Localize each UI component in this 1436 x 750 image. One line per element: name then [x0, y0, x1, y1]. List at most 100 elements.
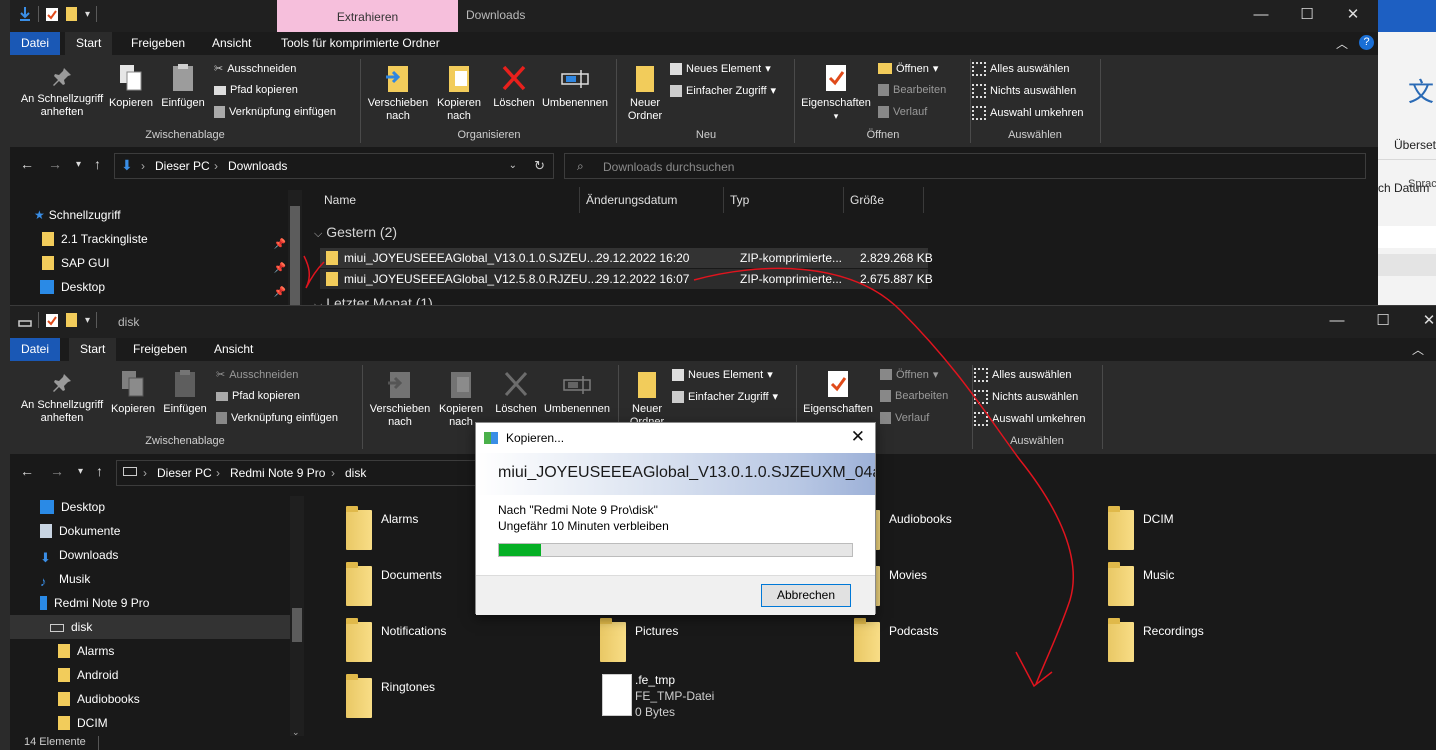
new-folder-icon[interactable] — [65, 312, 79, 328]
tab-share[interactable]: Freigeben — [120, 32, 196, 55]
nav-item-sap-gui[interactable]: SAP GUI 📌 — [42, 251, 294, 275]
copy-path-button[interactable]: Pfad kopieren — [216, 390, 300, 402]
nav-item-trackingliste[interactable]: 2.1 Trackingliste 📌 — [42, 227, 294, 251]
tab-view[interactable]: Ansicht — [201, 32, 262, 55]
invert-selection-button[interactable]: Auswahl umkehren — [972, 106, 1084, 120]
select-none-button[interactable]: Nichts auswählen — [972, 84, 1076, 98]
move-to-button[interactable]: Verschieben nach — [366, 369, 434, 429]
drive-icon[interactable] — [18, 312, 32, 328]
tab-file[interactable]: Datei — [10, 338, 61, 361]
help-icon[interactable]: ? — [1359, 35, 1374, 50]
nav-scroll-thumb[interactable] — [290, 206, 300, 306]
tab-file[interactable]: Datei — [10, 32, 61, 55]
breadcrumb-this-pc[interactable]: Dieser PC — [155, 159, 210, 173]
nav-item-desktop[interactable]: Desktop 📌 — [40, 275, 294, 299]
paste-shortcut-button[interactable]: Verknüpfung einfügen — [214, 106, 336, 118]
collapse-ribbon-icon[interactable]: ︿ — [1336, 35, 1348, 52]
new-item-button[interactable]: Neues Element ▾ — [670, 62, 771, 75]
nav-item-audiobooks[interactable]: Audiobooks — [58, 687, 288, 711]
recent-locations-icon[interactable]: ▾ — [76, 159, 81, 170]
refresh-icon[interactable]: ↻ — [534, 158, 545, 174]
paste-shortcut-button[interactable]: Verknüpfung einfügen — [216, 412, 338, 424]
tab-compressed-tools[interactable]: Tools für komprimierte Ordner — [270, 32, 451, 55]
nav-scrollbar[interactable] — [288, 190, 302, 306]
move-to-button[interactable]: Verschieben nach — [364, 63, 432, 123]
column-header-size[interactable]: Größe — [844, 187, 924, 213]
cut-button[interactable]: ✂ Ausschneiden — [214, 62, 296, 76]
nav-item-disk[interactable]: disk — [10, 615, 290, 639]
search-input[interactable]: ⌕ Downloads durchsuchen — [564, 153, 1366, 179]
nav-item-music[interactable]: ♪ Musik — [40, 567, 290, 591]
breadcrumb-disk[interactable]: disk — [345, 466, 366, 480]
copy-to-button[interactable]: Kopieren nach — [434, 369, 488, 429]
breadcrumb-downloads[interactable]: Downloads — [228, 159, 287, 173]
properties-icon[interactable] — [45, 6, 59, 22]
open-button[interactable]: Öffnen ▾ — [880, 368, 938, 381]
edit-button[interactable]: Bearbeiten — [878, 84, 946, 96]
new-folder-icon[interactable] — [65, 6, 79, 22]
nav-item-downloads[interactable]: ⬇ Downloads — [40, 543, 290, 567]
minimize-button[interactable]: — — [1314, 306, 1360, 336]
cancel-button[interactable]: Abbrechen — [761, 584, 851, 607]
group-header-yesterday[interactable]: ⌵ Gestern (2) — [314, 224, 397, 241]
nav-item-redmi[interactable]: Redmi Note 9 Pro — [40, 591, 290, 615]
file-row[interactable]: miui_JOYEUSEEEAGlobal_V13.0.1.0.SJZEU...… — [320, 248, 933, 268]
properties-icon[interactable] — [45, 312, 59, 328]
breadcrumb-this-pc[interactable]: Dieser PC — [157, 466, 212, 480]
open-button[interactable]: Öffnen ▾ — [878, 62, 938, 75]
minimize-button[interactable]: — — [1238, 0, 1284, 30]
nav-scrollbar[interactable]: ⌄ — [290, 496, 304, 737]
rename-button[interactable]: Umbenennen — [540, 369, 614, 416]
paste-button[interactable]: Einfügen — [160, 369, 210, 416]
pin-quick-access-button[interactable]: An Schnellzugriff anheften — [14, 65, 110, 119]
cut-button[interactable]: ✂ Ausschneiden — [216, 368, 298, 382]
new-folder-button[interactable]: Neuer Ordner — [620, 63, 670, 123]
paste-button[interactable]: Einfügen — [158, 63, 208, 110]
rename-button[interactable]: Umbenennen — [538, 63, 612, 110]
nav-item-documents[interactable]: Dokumente — [40, 519, 290, 543]
easy-access-button[interactable]: Einfacher Zugriff ▾ — [672, 390, 778, 403]
quick-access-dropdown-icon[interactable]: ▾ — [85, 9, 90, 20]
delete-button[interactable]: Löschen — [490, 63, 538, 110]
recent-locations-icon[interactable]: ▾ — [78, 466, 83, 477]
select-all-button[interactable]: Alles auswählen — [972, 62, 1070, 76]
edit-button[interactable]: Bearbeiten — [880, 390, 948, 402]
nav-item-dcim[interactable]: DCIM — [58, 711, 288, 735]
collapse-ribbon-icon[interactable]: ︿ — [1412, 341, 1424, 358]
new-item-button[interactable]: Neues Element ▾ — [672, 368, 773, 381]
maximize-button[interactable]: ☐ — [1360, 306, 1406, 336]
forward-button[interactable]: → — [48, 156, 62, 172]
close-button[interactable]: ✕ — [1406, 306, 1436, 336]
copy-button[interactable]: Kopieren — [106, 63, 156, 110]
delete-button[interactable]: Löschen — [492, 369, 540, 416]
copy-button[interactable]: Kopieren — [108, 369, 158, 416]
select-none-button[interactable]: Nichts auswählen — [974, 390, 1078, 404]
up-button[interactable]: ↑ — [96, 463, 103, 479]
history-button[interactable]: Verlauf — [880, 412, 929, 424]
back-button[interactable]: ← — [20, 463, 34, 479]
address-bar[interactable]: ⬇ › Dieser PC › Downloads ⌄ ↻ — [114, 153, 554, 179]
tab-view[interactable]: Ansicht — [203, 338, 264, 361]
address-dropdown-icon[interactable]: ⌄ — [509, 160, 517, 171]
copy-path-button[interactable]: Pfad kopieren — [214, 84, 298, 96]
properties-button[interactable]: Eigenschaften — [800, 369, 876, 416]
properties-button[interactable]: Eigenschaften ▾ — [798, 63, 874, 123]
forward-button[interactable]: → — [50, 463, 64, 479]
column-header-name[interactable]: Name — [318, 187, 580, 213]
nav-item-quick-access[interactable]: ★ Schnellzugriff — [34, 203, 294, 227]
pin-quick-access-button[interactable]: An Schnellzugriff anheften — [14, 371, 110, 425]
invert-selection-button[interactable]: Auswahl umkehren — [974, 412, 1086, 426]
tab-home[interactable]: Start — [65, 32, 113, 55]
tab-home[interactable]: Start — [69, 338, 117, 361]
file-row[interactable]: miui_JOYEUSEEEAGlobal_V12.5.8.0.RJZEU...… — [320, 269, 933, 289]
nav-item-desktop[interactable]: Desktop — [40, 495, 290, 519]
quick-access-dropdown-icon[interactable]: ▾ — [85, 315, 90, 326]
easy-access-button[interactable]: Einfacher Zugriff ▾ — [670, 84, 776, 97]
breadcrumb-device[interactable]: Redmi Note 9 Pro — [230, 466, 325, 480]
select-all-button[interactable]: Alles auswählen — [974, 368, 1072, 382]
column-header-date[interactable]: Änderungsdatum — [580, 187, 724, 213]
up-button[interactable]: ↑ — [94, 156, 101, 172]
extract-context-tab[interactable]: Extrahieren — [277, 0, 458, 32]
tab-share[interactable]: Freigeben — [122, 338, 198, 361]
nav-item-alarms[interactable]: Alarms — [58, 639, 288, 663]
